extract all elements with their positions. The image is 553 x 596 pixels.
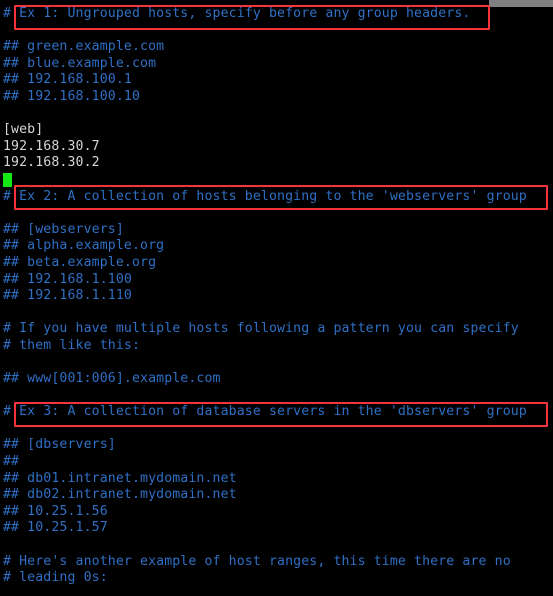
terminal-line: ## [3,454,20,470]
terminal-line: ## [dbservers] [3,437,116,453]
terminal-line: # If you have multiple hosts following a… [3,321,519,337]
terminal-line: ## 10.25.1.56 [3,503,108,519]
terminal-line: [web] [3,122,44,138]
terminal-line: # Ex 1: Ungrouped hosts, specify before … [3,6,471,21]
terminal-line: ## 192.168.1.100 [3,271,132,287]
terminal-line: # Here's another example of host ranges,… [3,553,511,569]
terminal-line: 192.168.30.2 [3,155,100,171]
terminal-line: # Ex 3: A collection of database servers… [3,404,527,420]
terminal-line: ## 192.168.100.10 [3,88,141,104]
terminal-line: ## [webservers] [3,221,124,237]
text-cursor [3,172,12,187]
terminal-line: ## blue.example.com [3,55,157,71]
terminal-window[interactable]: # Ex 1: Ungrouped hosts, specify before … [0,0,553,596]
terminal-line: ## db02.intranet.mydomain.net [3,487,237,503]
terminal-line: ## 192.168.1.110 [3,288,132,304]
terminal-line: ## 192.168.100.1 [3,72,132,88]
terminal-line: ## green.example.com [3,39,165,55]
terminal-line: # them like this: [3,337,141,353]
terminal-line: # leading 0s: [3,570,108,586]
terminal-line: ## alpha.example.org [3,238,165,254]
terminal-line [0,172,553,189]
terminal-line: # Ex 2: A collection of hosts belonging … [3,188,527,204]
terminal-line: ## www[001:006].example.com [3,371,221,387]
terminal-line: ## db01.intranet.mydomain.net [3,470,237,486]
terminal-line: 192.168.30.7 [3,138,100,154]
terminal-line: ## beta.example.org [3,254,157,270]
terminal-line: ## 10.25.1.57 [3,520,108,536]
terminal-text-area[interactable]: # Ex 1: Ungrouped hosts, specify before … [0,0,553,587]
